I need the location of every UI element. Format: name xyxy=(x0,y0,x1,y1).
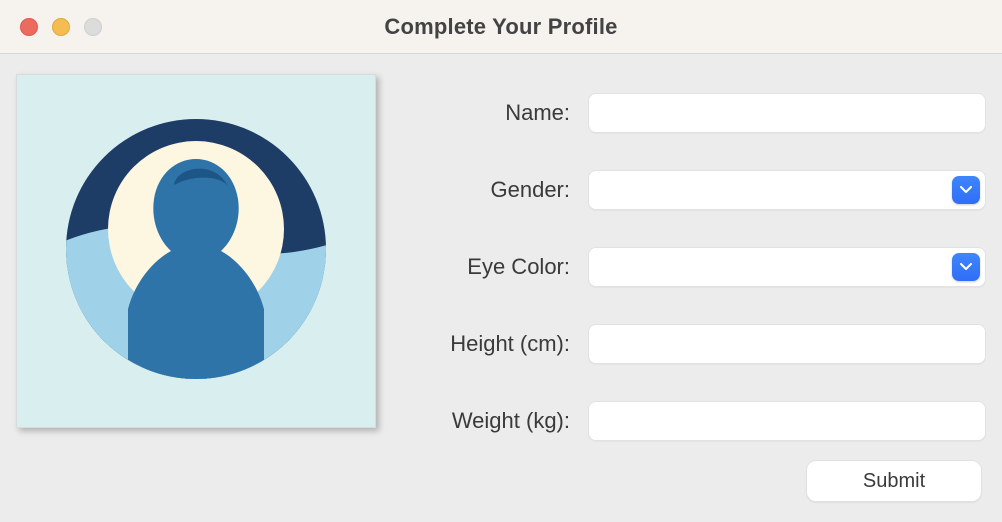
row-gender: Gender: xyxy=(388,151,986,228)
row-eye-color: Eye Color: xyxy=(388,228,986,305)
submit-button[interactable]: Submit xyxy=(806,460,982,502)
gender-select-field[interactable] xyxy=(588,170,986,210)
chevron-down-icon[interactable] xyxy=(952,176,980,204)
eye-color-select-field[interactable] xyxy=(588,247,986,287)
eye-color-select[interactable] xyxy=(588,247,986,287)
weight-label: Weight (kg): xyxy=(388,408,588,434)
titlebar: Complete Your Profile xyxy=(0,0,1002,54)
close-window-button[interactable] xyxy=(20,18,38,36)
profile-avatar-icon xyxy=(46,99,346,404)
row-height: Height (cm): xyxy=(388,306,986,383)
name-input[interactable] xyxy=(588,93,986,133)
gender-label: Gender: xyxy=(388,177,588,203)
avatar-panel xyxy=(16,74,376,428)
window-controls xyxy=(20,18,102,36)
eye-color-label: Eye Color: xyxy=(388,254,588,280)
height-label: Height (cm): xyxy=(388,331,588,357)
chevron-down-icon[interactable] xyxy=(952,253,980,281)
minimize-window-button[interactable] xyxy=(52,18,70,36)
form-panel: Name: Gender: Eye Color: xyxy=(376,74,986,506)
window-title: Complete Your Profile xyxy=(0,14,1002,40)
row-name: Name: xyxy=(388,74,986,151)
maximize-window-button xyxy=(84,18,102,36)
content-area: Name: Gender: Eye Color: xyxy=(0,54,1002,522)
weight-input[interactable] xyxy=(588,401,986,441)
gender-select[interactable] xyxy=(588,170,986,210)
row-weight: Weight (kg): xyxy=(388,383,986,460)
height-input[interactable] xyxy=(588,324,986,364)
form-footer: Submit xyxy=(388,460,986,506)
name-label: Name: xyxy=(388,100,588,126)
